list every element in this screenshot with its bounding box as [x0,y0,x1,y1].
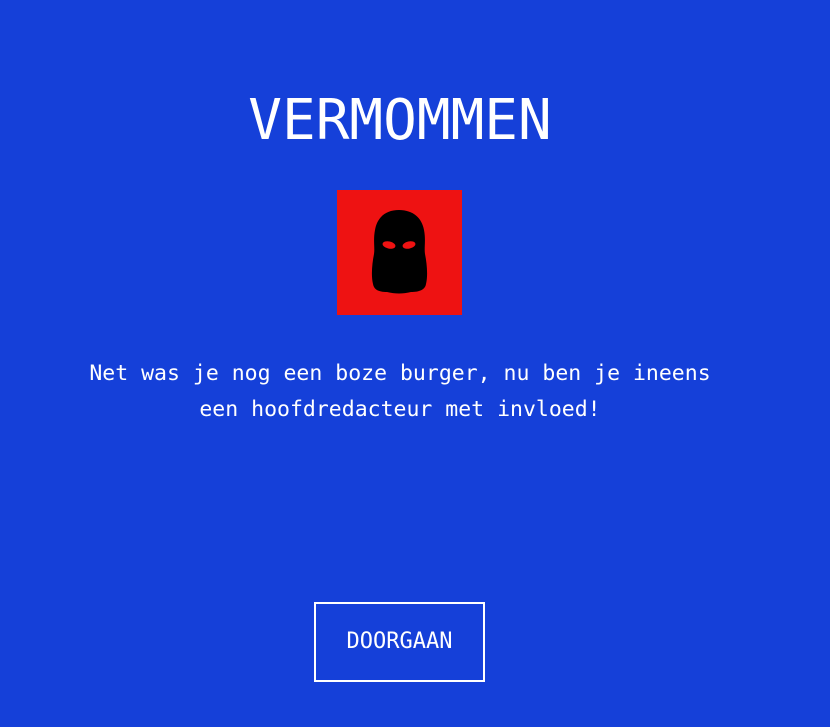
page-title: VERMOMMEN [248,88,552,153]
message-line: Net was je nog een boze burger, nu ben j… [89,361,711,386]
intro-message: Net was je nog een boze burger, nu ben j… [0,356,800,428]
continue-button[interactable]: DOORGAAN [314,602,485,682]
message-line: een hoofdredacteur met invloed! [199,397,601,422]
balaclava-icon [337,190,462,315]
